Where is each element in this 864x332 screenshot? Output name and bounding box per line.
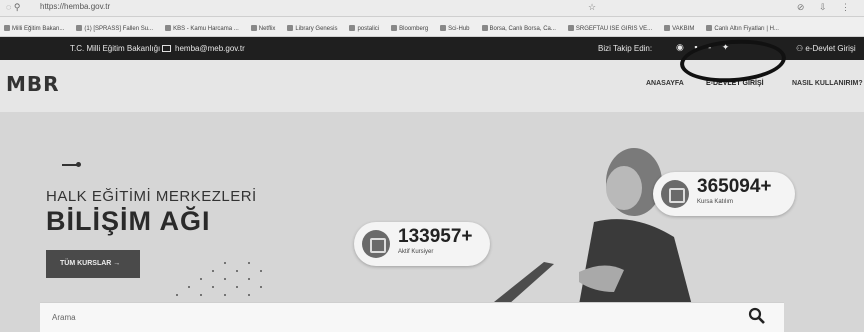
bookmark-favicon-icon [391, 25, 398, 31]
address-input[interactable]: https://hemba.gov.tr [40, 2, 110, 14]
bookmark-label: Library Genesis [295, 26, 338, 32]
bookmark-label: Borsa, Canlı Borsa, Ca... [489, 26, 556, 32]
edevlet-login-label: e-Devlet Girişi [805, 44, 856, 53]
decorative-dot [212, 286, 214, 288]
decorative-dot [176, 294, 178, 296]
stat-label: Kursa Katılım [697, 199, 734, 205]
bookmark-item[interactable]: (1) [SPRASS] Fallen Su... [76, 19, 154, 36]
bookmark-favicon-icon [349, 25, 356, 31]
bookmark-favicon-icon [706, 25, 713, 31]
decorative-dot [188, 286, 190, 288]
bookmark-item[interactable]: Sci-Hub [440, 19, 470, 36]
decorative-dot [212, 270, 214, 272]
browser-url-bar: ◌ ⚲ https://hemba.gov.tr ☆ ⊘ ⇩ ⋮ [0, 0, 864, 17]
bookmark-item[interactable]: Milli Eğitim Bakan... [4, 19, 65, 36]
decorative-dot [224, 278, 226, 280]
decorative-dot [248, 278, 250, 280]
bookmark-item[interactable]: VAKBIM [664, 19, 695, 36]
envelope-icon [162, 45, 171, 52]
bookmarks-bar: Milli Eğitim Bakan... (1) [SPRASS] Fallen… [0, 17, 864, 37]
bookmark-label: VAKBIM [672, 26, 695, 32]
follow-us-label: Bizi Takip Edin: [598, 44, 653, 53]
browser-extension-icons[interactable]: ⊘ ⇩ ⋮ [797, 2, 856, 13]
hero-title: BİLİŞİM AĞI [46, 206, 211, 236]
bookmark-favicon-icon [481, 25, 488, 31]
bookmark-label: Bloomberg [399, 26, 429, 32]
decorative-dot [236, 286, 238, 288]
ministry-link[interactable]: T.C. Milli Eğitim Bakanlığı [70, 44, 160, 53]
bookmark-favicon-icon [440, 25, 447, 31]
browser-nav-icons[interactable]: ◌ ⚲ [6, 2, 20, 13]
bookmark-item[interactable]: Canlı Altın Fiyatları | H... [706, 19, 779, 36]
stat-value: 365094+ [697, 176, 772, 197]
stat-badge-icon [362, 230, 390, 258]
bookmark-star-icon[interactable]: ☆ [588, 2, 596, 13]
bookmark-label: postalici [357, 26, 380, 32]
bookmark-favicon-icon [287, 25, 294, 31]
bookmark-label: Netflix [258, 26, 276, 32]
decorative-dot [248, 262, 250, 264]
all-courses-button[interactable]: TÜM KURSLAR → [46, 250, 140, 278]
bookmark-item[interactable]: Netflix [250, 19, 276, 36]
bookmark-favicon-icon [567, 25, 574, 31]
decorative-dot-pattern [176, 262, 272, 302]
decorative-dot [260, 286, 262, 288]
bookmark-item[interactable]: Bloomberg [391, 19, 429, 36]
search-bar[interactable]: Arama [40, 302, 784, 332]
search-input[interactable]: Arama [52, 313, 76, 322]
bookmark-label: KBS - Kamu Harcama ... [173, 26, 239, 32]
bookmark-favicon-icon [165, 25, 172, 31]
bookmark-item[interactable]: postalici [349, 19, 380, 36]
email-label: hemba@meb.gov.tr [175, 44, 245, 53]
bookmark-item[interactable]: KBS - Kamu Harcama ... [165, 19, 239, 36]
bookmark-label: Canlı Altın Fiyatları | H... [714, 26, 779, 32]
bookmark-item[interactable]: SRGEFTAU ISE GIRIS VE... [567, 19, 653, 36]
decorative-dot [248, 294, 250, 296]
edevlet-login-link[interactable]: ⚇ e-Devlet Girişi [796, 44, 856, 53]
bookmark-label: (1) [SPRASS] Fallen Su... [84, 26, 154, 32]
nav-home-link[interactable]: ANASAYFA [646, 80, 684, 87]
bookmark-label: Sci-Hub [448, 26, 470, 32]
stat-value: 133957+ [398, 226, 473, 247]
bookmark-label: Milli Eğitim Bakan... [12, 26, 65, 32]
hero-subtitle: HALK EĞİTİMİ MERKEZLERİ [46, 188, 257, 205]
search-icon[interactable] [748, 307, 766, 325]
bookmark-item[interactable]: Library Genesis [287, 19, 338, 36]
bookmark-label: SRGEFTAU ISE GIRIS VE... [575, 26, 653, 32]
decorative-dash [62, 162, 81, 167]
stat-card-active-trainees: 133957+ Aktif Kursiyer [354, 222, 490, 266]
stat-label: Aktif Kursiyer [398, 249, 434, 255]
bookmark-item[interactable]: Borsa, Canlı Borsa, Ca... [481, 19, 556, 36]
decorative-dot [200, 294, 202, 296]
hero-section: HALK EĞİTİMİ MERKEZLERİ BİLİŞİM AĞI TÜM … [0, 112, 864, 332]
bookmark-favicon-icon [76, 25, 83, 31]
stat-card-course-participation: 365094+ Kursa Katılım [653, 172, 795, 216]
email-link[interactable]: hemba@meb.gov.tr [162, 44, 245, 53]
nav-how-to-use-link[interactable]: NASIL KULLANIRIM? [792, 80, 863, 87]
decorative-dot [200, 278, 202, 280]
bookmark-favicon-icon [664, 25, 671, 31]
decorative-dot [224, 262, 226, 264]
decorative-dot [236, 270, 238, 272]
bookmark-favicon-icon [4, 25, 10, 31]
decorative-dot [224, 294, 226, 296]
decorative-dot [260, 270, 262, 272]
stat-badge-icon [661, 180, 689, 208]
site-logo[interactable]: MBR [6, 72, 60, 96]
bookmark-favicon-icon [250, 25, 257, 31]
